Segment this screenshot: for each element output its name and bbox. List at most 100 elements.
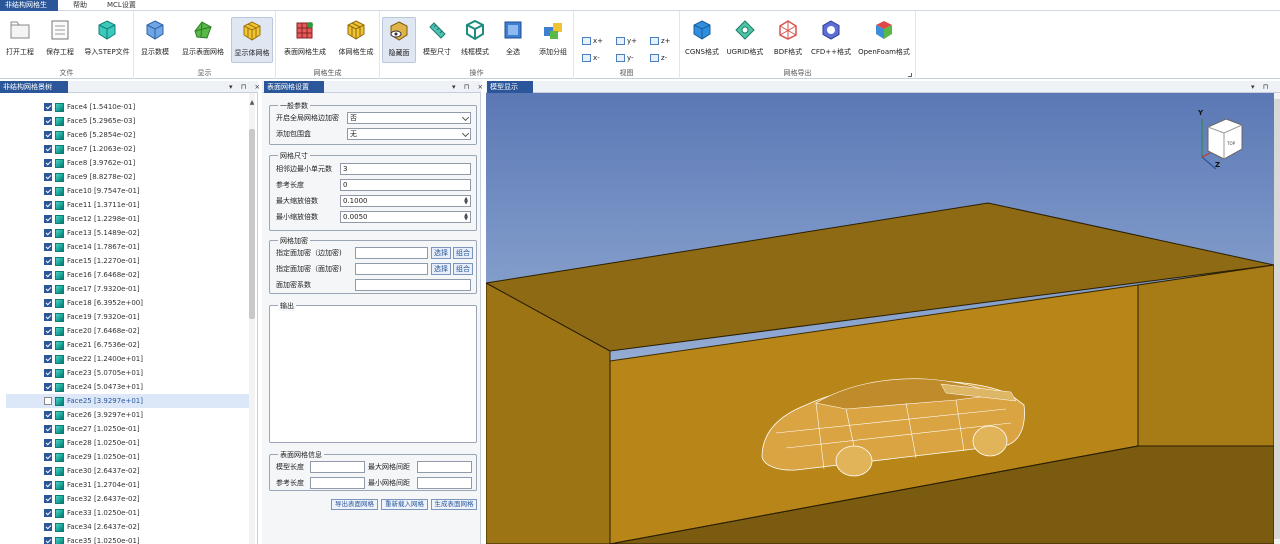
visibility-checkbox[interactable] [44,495,52,503]
min-units-input[interactable]: 3 [340,163,471,175]
max-scale-spinbox[interactable]: 0.1000 ▲ ▼ [340,195,471,207]
show-model-button[interactable]: 显示数模 [138,17,172,63]
openfoam-export-button[interactable]: OpenFoam格式 [856,17,912,63]
view-z-minus-button[interactable]: z- [650,52,667,63]
reload-mesh-button[interactable]: 重新载入网格 [381,499,428,510]
show-volume-mesh-button[interactable]: 显示体网格 [231,17,273,63]
visibility-checkbox[interactable] [44,341,52,349]
cgns-export-button[interactable]: CGNS格式 [682,17,722,63]
visibility-checkbox[interactable] [44,327,52,335]
list-item[interactable]: Face5 [5.2965e-03] [6,114,250,128]
view-y-minus-button[interactable]: y- [616,52,634,63]
visibility-checkbox[interactable] [44,481,52,489]
left-panel-tab[interactable]: 非结构网格景树 [0,81,68,93]
dialog-launcher-icon[interactable] [908,73,912,77]
visibility-checkbox[interactable] [44,411,52,419]
face-refine-select-button[interactable]: 选择 [431,263,451,275]
visibility-checkbox[interactable] [44,103,52,111]
list-item[interactable]: Face14 [1.7867e-01] [6,240,250,254]
list-item[interactable]: Face16 [7.6468e-02] [6,268,250,282]
generate-surface-mesh-button[interactable]: 生成表面网格 [431,499,477,510]
ugrid-export-button[interactable]: UGRID格式 [724,17,766,63]
visibility-checkbox[interactable] [44,453,52,461]
visibility-checkbox[interactable] [44,201,52,209]
add-group-button[interactable]: 添加分组 [534,17,572,63]
orientation-cube-widget[interactable]: Y Z TOP [1194,109,1246,171]
visibility-checkbox[interactable] [44,355,52,363]
visibility-checkbox[interactable] [44,397,52,405]
list-item[interactable]: Face12 [1.2298e-01] [6,212,250,226]
global-refine-select[interactable]: 否 [347,112,471,124]
left-panel-controls[interactable]: ▾ ⊓ × [229,81,263,93]
spin-arrows-icon[interactable]: ▲ ▼ [463,213,469,222]
visibility-checkbox[interactable] [44,523,52,531]
min-scale-spinbox[interactable]: 0.0050 ▲ ▼ [340,211,471,223]
list-item[interactable]: Face6 [5.2854e-02] [6,128,250,142]
list-item[interactable]: Face9 [8.8278e-02] [6,170,250,184]
spin-arrows-icon[interactable]: ▲ ▼ [463,197,469,206]
tree-scrollbar[interactable]: ▲ [249,93,255,544]
edge-refine-select-button[interactable]: 选择 [431,247,451,259]
visibility-checkbox[interactable] [44,215,52,223]
list-item[interactable]: Face26 [3.9297e+01] [6,408,250,422]
car-front-wheel[interactable] [835,445,873,477]
list-item[interactable]: Face20 [7.6468e-02] [6,324,250,338]
list-item[interactable]: Face8 [3.9762e-01] [6,156,250,170]
list-item[interactable]: Face4 [1.5410e-01] [6,100,250,114]
domain-right-wall[interactable] [1137,264,1274,447]
visibility-checkbox[interactable] [44,467,52,475]
visibility-checkbox[interactable] [44,537,52,544]
visibility-checkbox[interactable] [44,187,52,195]
bounding-box-select[interactable]: 无 [347,128,471,140]
view-x-minus-button[interactable]: x- [582,52,600,63]
list-item[interactable]: Face27 [1.0250e-01] [6,422,250,436]
list-item[interactable]: Face32 [2.6437e-02] [6,492,250,506]
list-item[interactable]: Face17 [7.9320e-01] [6,282,250,296]
model-viewport[interactable]: Y Z TOP [486,93,1280,544]
list-item[interactable]: Face10 [9.7547e-01] [6,184,250,198]
list-item[interactable]: Face21 [6.7536e-02] [6,338,250,352]
visibility-checkbox[interactable] [44,439,52,447]
visibility-checkbox[interactable] [44,117,52,125]
car-rear-wheel[interactable] [972,425,1008,457]
domain-3d-view[interactable] [486,93,1274,544]
ref-length-input[interactable]: 0 [340,179,471,191]
edge-refine-input[interactable] [355,247,428,259]
visibility-checkbox[interactable] [44,285,52,293]
viewport-scroll-thumb[interactable] [1274,99,1280,539]
list-item[interactable]: Face29 [1.0250e-01] [6,450,250,464]
face-refine-combine-button[interactable]: 组合 [453,263,473,275]
edge-refine-combine-button[interactable]: 组合 [453,247,473,259]
wireframe-mode-button[interactable]: 线框模式 [458,17,492,63]
import-step-button[interactable]: 导入STEP文件 [82,17,132,63]
list-item[interactable]: Face19 [7.9320e-01] [6,310,250,324]
volume-mesh-generate-button[interactable]: 体网格生成 [334,17,378,63]
visibility-checkbox[interactable] [44,131,52,139]
settings-panel-controls[interactable]: ▾ ⊓ × [452,81,486,93]
list-item[interactable]: Face25 [3.9297e+01] [6,394,250,408]
tab-mcl-settings[interactable]: MCL设置 [102,0,142,11]
visibility-checkbox[interactable] [44,383,52,391]
list-item[interactable]: Face30 [2.6437e-02] [6,464,250,478]
tab-unstructured-mesh[interactable]: 非结构网格生成 [0,0,58,20]
model-size-button[interactable]: 模型尺寸 [420,17,454,63]
model-panel-tab[interactable]: 模型显示 [487,81,533,93]
visibility-checkbox[interactable] [44,173,52,181]
list-item[interactable]: Face23 [5.0705e+01] [6,366,250,380]
visibility-checkbox[interactable] [44,243,52,251]
surface-mesh-generate-button[interactable]: 表面网格生成 [280,17,330,63]
list-item[interactable]: Face31 [1.2704e-01] [6,478,250,492]
save-project-button[interactable]: 保存工程 [42,17,78,63]
scroll-up-icon[interactable]: ▲ [249,99,255,106]
list-item[interactable]: Face18 [6.3952e+00] [6,296,250,310]
tab-help[interactable]: 帮助 [68,0,92,11]
visibility-checkbox[interactable] [44,159,52,167]
view-y-plus-button[interactable]: y+ [616,35,637,46]
view-z-plus-button[interactable]: z+ [650,35,671,46]
list-item[interactable]: Face11 [1.3711e-01] [6,198,250,212]
visibility-checkbox[interactable] [44,271,52,279]
visibility-checkbox[interactable] [44,257,52,265]
show-surface-mesh-button[interactable]: 显示表面网格 [178,17,228,63]
visibility-checkbox[interactable] [44,299,52,307]
refine-coef-input[interactable] [355,279,471,291]
